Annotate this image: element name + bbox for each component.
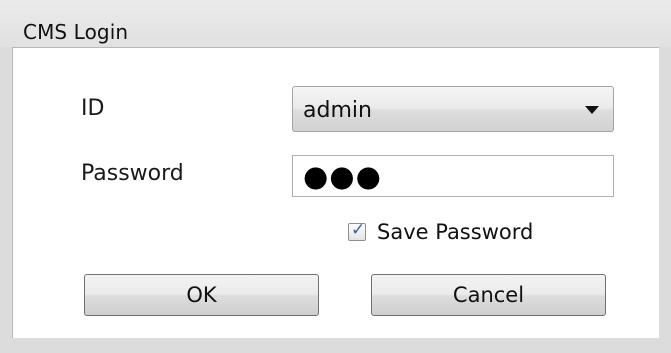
window-title: CMS Login	[23, 20, 129, 44]
save-password-label[interactable]: Save Password	[377, 220, 533, 244]
cancel-button[interactable]: Cancel	[371, 274, 606, 316]
id-label: ID	[81, 96, 105, 121]
dialog-body: ID admin Password ●●● ✓ Save Password OK…	[12, 47, 659, 338]
ok-button[interactable]: OK	[84, 274, 319, 316]
password-label: Password	[81, 161, 184, 186]
password-field[interactable]: ●●●	[292, 155, 614, 197]
chevron-down-icon[interactable]	[585, 106, 599, 114]
id-dropdown[interactable]: admin	[292, 86, 614, 132]
save-password-checkbox[interactable]: ✓	[348, 220, 366, 241]
id-dropdown-value: admin	[303, 98, 372, 123]
check-icon: ✓	[351, 220, 366, 240]
password-mask: ●●●	[303, 159, 382, 193]
title-bar[interactable]: CMS Login	[0, 0, 671, 47]
login-dialog: CMS Login ID admin Password ●●● ✓ Save P…	[0, 0, 671, 353]
